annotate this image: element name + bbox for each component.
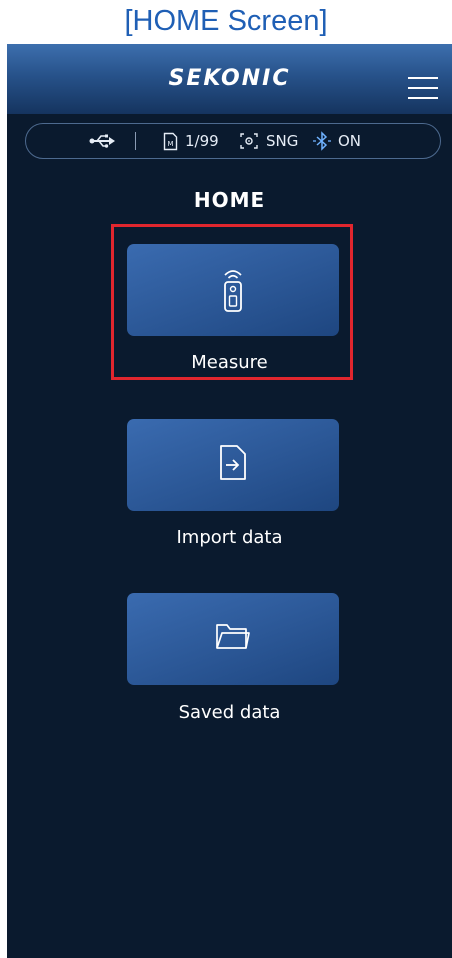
- status-divider: [135, 132, 136, 150]
- screen-caption: [HOME Screen]: [124, 5, 328, 37]
- app-header: SEKONIC: [7, 44, 452, 114]
- import-data-label: Import data: [176, 527, 283, 548]
- highlight-box: [111, 224, 353, 380]
- hamburger-menu-icon[interactable]: [408, 77, 438, 99]
- usb-icon: [89, 134, 115, 148]
- memory-card-icon: M: [163, 132, 178, 151]
- saved-data-button[interactable]: [127, 593, 339, 685]
- status-bar: M 1/99 SNG ON: [25, 123, 441, 159]
- bluetooth-icon: [313, 131, 331, 151]
- page-title: HOME: [193, 188, 266, 212]
- bluetooth-status: ON: [338, 132, 362, 150]
- single-mode-icon: [240, 133, 258, 149]
- mode-indicator: SNG: [266, 132, 299, 150]
- app-screen: SEKONIC M 1/99 SNG ON HOME Measure Impor…: [7, 44, 452, 958]
- svg-text:M: M: [167, 140, 173, 148]
- brand-logo: SEKONIC: [168, 66, 291, 91]
- saved-data-label: Saved data: [178, 702, 281, 723]
- memory-count: 1/99: [185, 132, 219, 150]
- folder-icon: [216, 624, 250, 649]
- import-data-button[interactable]: [127, 419, 339, 511]
- import-file-icon: [220, 445, 246, 480]
